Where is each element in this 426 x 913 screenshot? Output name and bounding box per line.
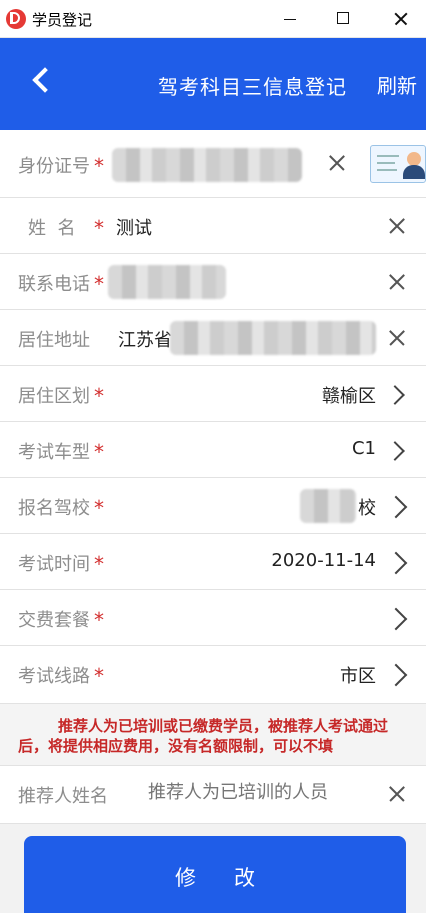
required-mark: * — [94, 384, 104, 408]
form-row-package[interactable]: 交费套餐 * — [0, 590, 426, 646]
address-label: 居住地址 — [18, 330, 90, 351]
clear-name-button[interactable] — [386, 215, 408, 237]
referrer-input[interactable] — [148, 782, 378, 803]
maximize-icon — [337, 12, 349, 24]
school-value: 校 — [358, 498, 376, 519]
back-button[interactable] — [26, 64, 58, 104]
minimize-icon — [284, 19, 296, 20]
chevron-right-icon — [384, 551, 408, 575]
chevron-right-icon — [385, 384, 408, 406]
form-row-phone[interactable]: 联系电话 * — [0, 254, 426, 310]
clear-referrer-button[interactable] — [386, 783, 408, 805]
phone-label: 联系电话 — [18, 274, 90, 295]
id-card-scan-button[interactable] — [370, 145, 426, 183]
package-label: 交费套餐 — [18, 610, 90, 631]
chevron-right-icon — [384, 495, 408, 519]
required-mark: * — [94, 552, 104, 576]
clear-phone-button[interactable] — [386, 271, 408, 293]
district-label: 居住区划 — [18, 386, 90, 407]
window-title: 学员登记 — [32, 11, 93, 29]
back-arrow-icon — [32, 67, 58, 93]
route-value: 市区 — [340, 666, 376, 687]
required-mark: * — [94, 664, 104, 688]
clear-id-number-button[interactable] — [326, 152, 348, 174]
chevron-right-icon — [385, 440, 408, 462]
exam-time-label: 考试时间 — [18, 554, 90, 575]
app-header: 驾考科目三信息登记 刷新 — [0, 38, 426, 130]
required-mark: * — [94, 154, 104, 178]
clear-address-button[interactable] — [386, 327, 408, 349]
required-mark: * — [94, 216, 104, 240]
form-row-district[interactable]: 居住区划 * 赣榆区 — [0, 366, 426, 422]
form-row-car-type[interactable]: 考试车型 * C1 — [0, 422, 426, 478]
required-mark: * — [94, 440, 104, 464]
modify-button-label: 修改 — [175, 866, 293, 890]
modify-button[interactable]: 修改 — [24, 836, 406, 913]
form-row-name[interactable]: 姓 名 * 测试 — [0, 198, 426, 254]
form-row-id-number[interactable]: 身份证号 * — [0, 130, 426, 198]
form-row-referrer[interactable]: 推荐人姓名 — [0, 766, 426, 824]
car-type-value: C1 — [351, 438, 376, 459]
minimize-button[interactable] — [267, 0, 313, 38]
refresh-button[interactable]: 刷新 — [377, 70, 417, 99]
name-label: 姓 名 — [28, 218, 76, 239]
route-label: 考试线路 — [18, 666, 90, 687]
exam-time-value: 2020-11-14 — [271, 550, 376, 571]
id-number-label: 身份证号 — [18, 156, 90, 177]
phone-value-blurred[interactable] — [108, 265, 226, 299]
window-titlebar: 学员登记 — [0, 0, 426, 38]
required-mark: * — [94, 272, 104, 296]
maximize-button[interactable] — [320, 0, 366, 38]
address-value[interactable]: 江苏省 — [118, 326, 172, 352]
app-logo-icon — [6, 9, 26, 29]
school-label: 报名驾校 — [18, 498, 90, 519]
page-title: 驾考科目三信息登记 — [158, 75, 347, 99]
close-window-button[interactable] — [378, 0, 424, 38]
form-row-exam-time[interactable]: 考试时间 * 2020-11-14 — [0, 534, 426, 590]
address-value-blurred — [170, 321, 376, 355]
referrer-notice: 推荐人为已培训或已缴费学员，被推荐人考试通过后，将提供相应费用，没有名额限制，可… — [0, 704, 426, 766]
form-row-school[interactable]: 报名驾校 * 校 — [0, 478, 426, 534]
id-number-value-blurred[interactable] — [112, 148, 302, 182]
required-mark: * — [94, 608, 104, 632]
car-type-label: 考试车型 — [18, 442, 90, 463]
form-row-route[interactable]: 考试线路 * 市区 — [0, 646, 426, 704]
name-value[interactable]: 测试 — [116, 214, 152, 240]
school-value-blurred — [300, 489, 356, 523]
form-row-address[interactable]: 居住地址 江苏省 — [0, 310, 426, 366]
required-mark: * — [94, 496, 104, 520]
id-card-icon — [407, 152, 421, 166]
chevron-right-icon — [384, 663, 408, 687]
referrer-label: 推荐人姓名 — [18, 786, 108, 807]
chevron-right-icon — [384, 607, 408, 631]
notice-text: 推荐人为已培训或已缴费学员，被推荐人考试通过后，将提供相应费用，没有名额限制，可… — [18, 717, 389, 755]
district-value: 赣榆区 — [322, 386, 376, 407]
